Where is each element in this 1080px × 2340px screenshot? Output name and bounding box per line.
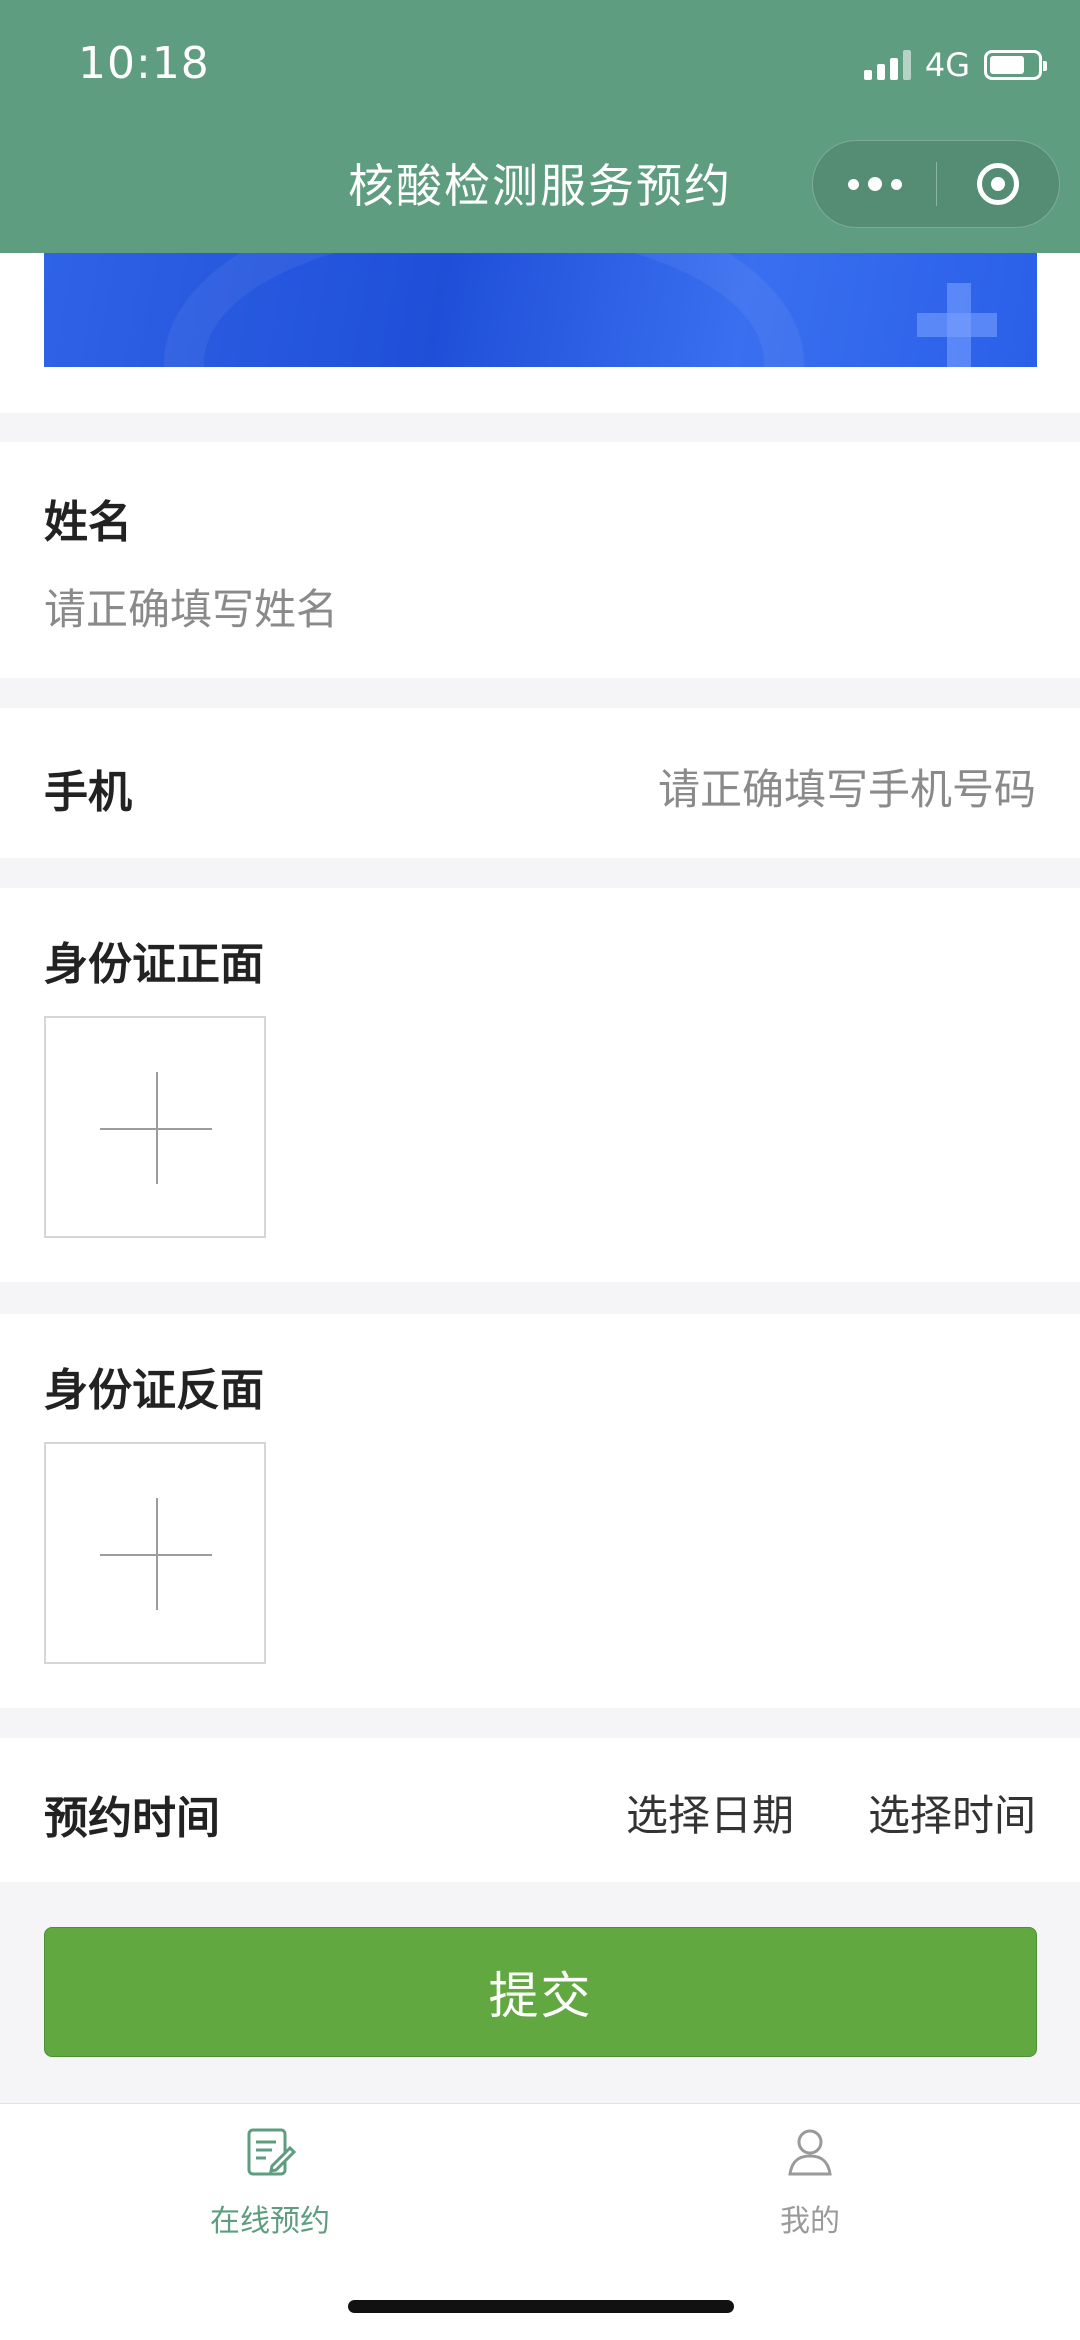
app-header: 10:18 4G 核酸检测服务预约 <box>0 0 1080 253</box>
name-label: 姓名 <box>44 497 132 548</box>
signal-icon <box>863 50 911 80</box>
phone-field-section: 手机 请正确填写手机号码 <box>0 708 1080 858</box>
more-icon[interactable] <box>813 141 936 227</box>
id-back-upload-button[interactable] <box>44 1442 266 1664</box>
date-picker[interactable]: 选择日期 <box>626 1782 794 1843</box>
time-picker[interactable]: 选择时间 <box>868 1782 1036 1843</box>
banner-image <box>44 253 1037 367</box>
phone-label: 手机 <box>44 767 132 818</box>
name-input[interactable]: 请正确填写姓名 <box>44 576 338 637</box>
id-front-section: 身份证正面 <box>0 888 1080 1282</box>
medical-cross-icon <box>917 283 997 367</box>
name-field-section: 姓名 请正确填写姓名 <box>0 442 1080 678</box>
tab-mine-label: 我的 <box>780 2204 840 2239</box>
battery-icon <box>984 50 1047 80</box>
status-indicators: 4G <box>863 46 1047 84</box>
id-back-section: 身份证反面 <box>0 1314 1080 1708</box>
banner-section <box>0 253 1080 413</box>
user-icon <box>788 2129 832 2176</box>
submit-button[interactable]: 提交 <box>44 1927 1037 2057</box>
tab-online-booking-label: 在线预约 <box>210 2204 330 2239</box>
miniprogram-capsule <box>812 140 1060 228</box>
id-front-label: 身份证正面 <box>44 939 264 990</box>
appointment-section: 预约时间 选择日期 选择时间 <box>0 1738 1080 1882</box>
id-front-upload-button[interactable] <box>44 1016 266 1238</box>
id-back-label: 身份证反面 <box>44 1365 264 1416</box>
close-miniprogram-icon[interactable] <box>937 141 1059 227</box>
tab-mine[interactable]: 我的 <box>660 2124 960 2240</box>
home-indicator[interactable] <box>348 2300 734 2313</box>
network-type: 4G <box>924 46 970 84</box>
tab-online-booking[interactable]: 在线预约 <box>120 2124 420 2240</box>
status-time: 10:18 <box>78 38 210 89</box>
edit-note-icon <box>247 2128 297 2176</box>
appointment-label: 预约时间 <box>44 1793 220 1844</box>
phone-input[interactable]: 请正确填写手机号码 <box>658 756 1036 817</box>
